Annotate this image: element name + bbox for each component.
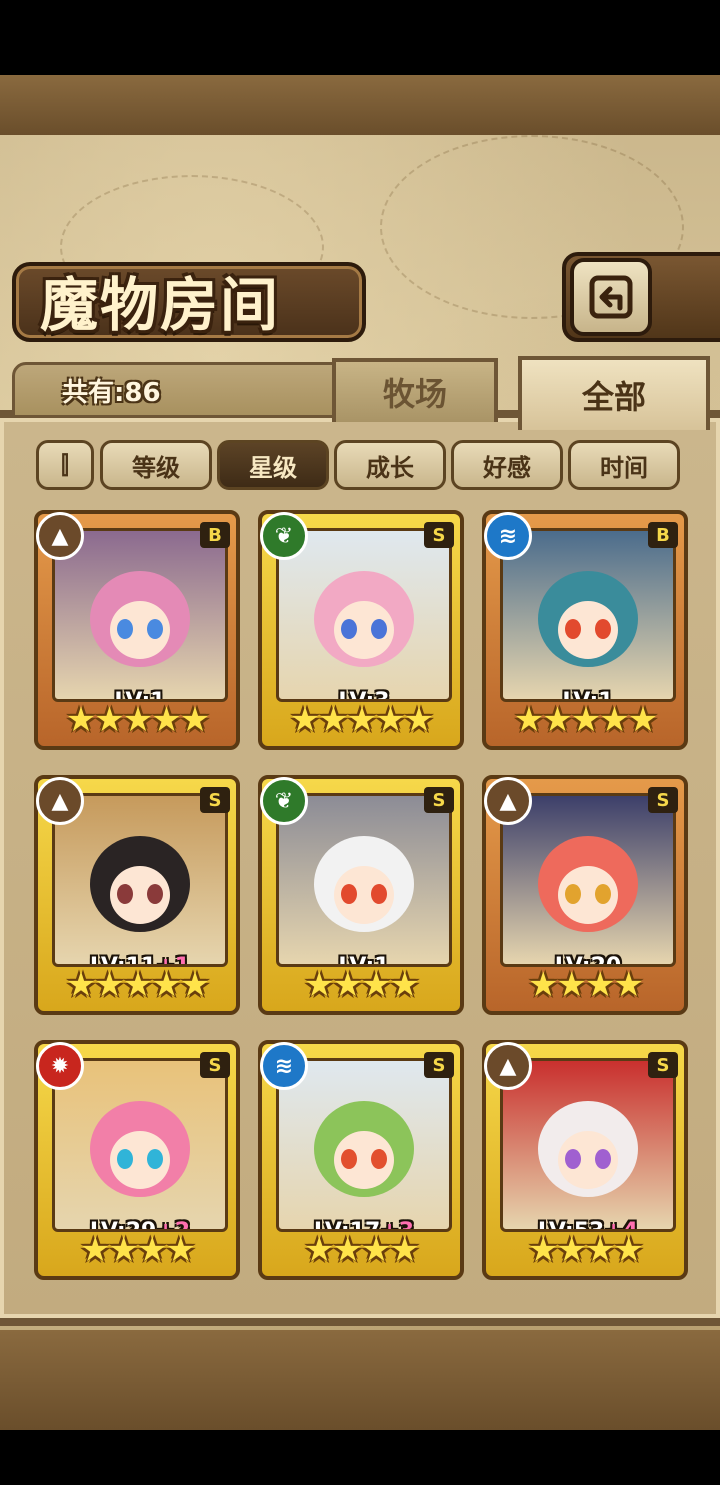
element-wood-icon: ❦ [260,777,308,825]
star-rating: ★★★★ [528,1230,644,1270]
monster-eye-right [595,884,611,904]
monster-eye-right [147,619,163,639]
element-fire-icon: ✹ [36,1042,84,1090]
bottom-wood-band [0,1330,720,1430]
monster-eye-right [371,884,387,904]
monster-portrait: LV:17+3 [276,1058,452,1232]
monster-eye-left [565,1149,581,1169]
tab-ranch[interactable]: 牧场 [332,358,498,422]
rank-badge: S [200,787,230,813]
sort-star-button[interactable]: 星级 [217,440,329,490]
rank-badge: S [648,1052,678,1078]
sort-order-toggle-icon[interactable]: ⫿ [36,440,94,490]
sort-level-button[interactable]: 等级 [100,440,212,490]
monster-eye-left [117,884,133,904]
monster-card[interactable]: LV:1 ▲ B ★★★★★ [34,510,240,750]
rank-badge: S [200,1052,230,1078]
star-rating: ★★★★★ [513,700,658,740]
monster-card[interactable]: LV:3 ❦ S ★★★★★ [258,510,464,750]
monster-eye-right [371,1149,387,1169]
monster-portrait: LV:53+4 [500,1058,676,1232]
monster-card[interactable]: LV:17+3 ≋ S ★★★★ [258,1040,464,1280]
tab-all[interactable]: 全部 [518,356,710,430]
monster-portrait: LV:11+1 [52,793,228,967]
monster-eye-left [565,619,581,639]
monster-card[interactable]: LV:11+1 ▲ S ★★★★★ [34,775,240,1015]
monster-card[interactable]: LV:20 ▲ S ★★★★ [482,775,688,1015]
monster-count: 共有:86 [62,378,161,408]
star-rating: ★★★★ [304,965,420,1005]
monster-eye-left [341,884,357,904]
star-rating: ★★★★ [80,1230,196,1270]
rank-badge: S [424,787,454,813]
rank-badge: B [200,522,230,548]
element-water-icon: ≋ [260,1042,308,1090]
monster-eye-right [595,619,611,639]
rank-badge: S [424,1052,454,1078]
monster-portrait: LV:1 [500,528,676,702]
sort-growth-button[interactable]: 成长 [334,440,446,490]
monster-eye-left [565,884,581,904]
monster-portrait: LV:1 [276,793,452,967]
monster-portrait: LV:3 [276,528,452,702]
rank-badge: S [648,787,678,813]
star-rating: ★★★★★ [65,700,210,740]
monster-portrait: LV:20 [500,793,676,967]
return-icon [589,275,633,319]
rank-badge: S [424,522,454,548]
monster-eye-right [147,884,163,904]
monster-card[interactable]: LV:29+2 ✹ S ★★★★ [34,1040,240,1280]
star-rating: ★★★★★ [65,965,210,1005]
rank-badge: B [648,522,678,548]
element-earth-icon: ▲ [36,777,84,825]
monster-eye-left [117,619,133,639]
back-button[interactable] [570,258,652,336]
monster-card[interactable]: LV:1 ≋ B ★★★★★ [482,510,688,750]
element-water-icon: ≋ [484,512,532,560]
monster-card[interactable]: LV:1 ❦ S ★★★★ [258,775,464,1015]
monster-portrait: LV:29+2 [52,1058,228,1232]
monster-eye-left [117,1149,133,1169]
star-rating: ★★★★★ [289,700,434,740]
element-earth-icon: ▲ [484,1042,532,1090]
monster-eye-right [595,1149,611,1169]
sort-affection-button[interactable]: 好感 [451,440,563,490]
nav-bar [0,1430,720,1485]
element-wood-icon: ❦ [260,512,308,560]
page-title: 魔物房间 [40,271,281,339]
element-earth-icon: ▲ [484,777,532,825]
monster-portrait: LV:1 [52,528,228,702]
status-bar [0,0,720,75]
star-rating: ★★★★ [304,1230,420,1270]
monster-card[interactable]: LV:53+4 ▲ S ★★★★ [482,1040,688,1280]
monster-eye-left [341,1149,357,1169]
monster-eye-left [341,619,357,639]
top-wood-band [0,75,720,135]
element-earth-icon: ▲ [36,512,84,560]
monster-eye-right [371,619,387,639]
star-rating: ★★★★ [528,965,644,1005]
sort-time-button[interactable]: 时间 [568,440,680,490]
monster-eye-right [147,1149,163,1169]
